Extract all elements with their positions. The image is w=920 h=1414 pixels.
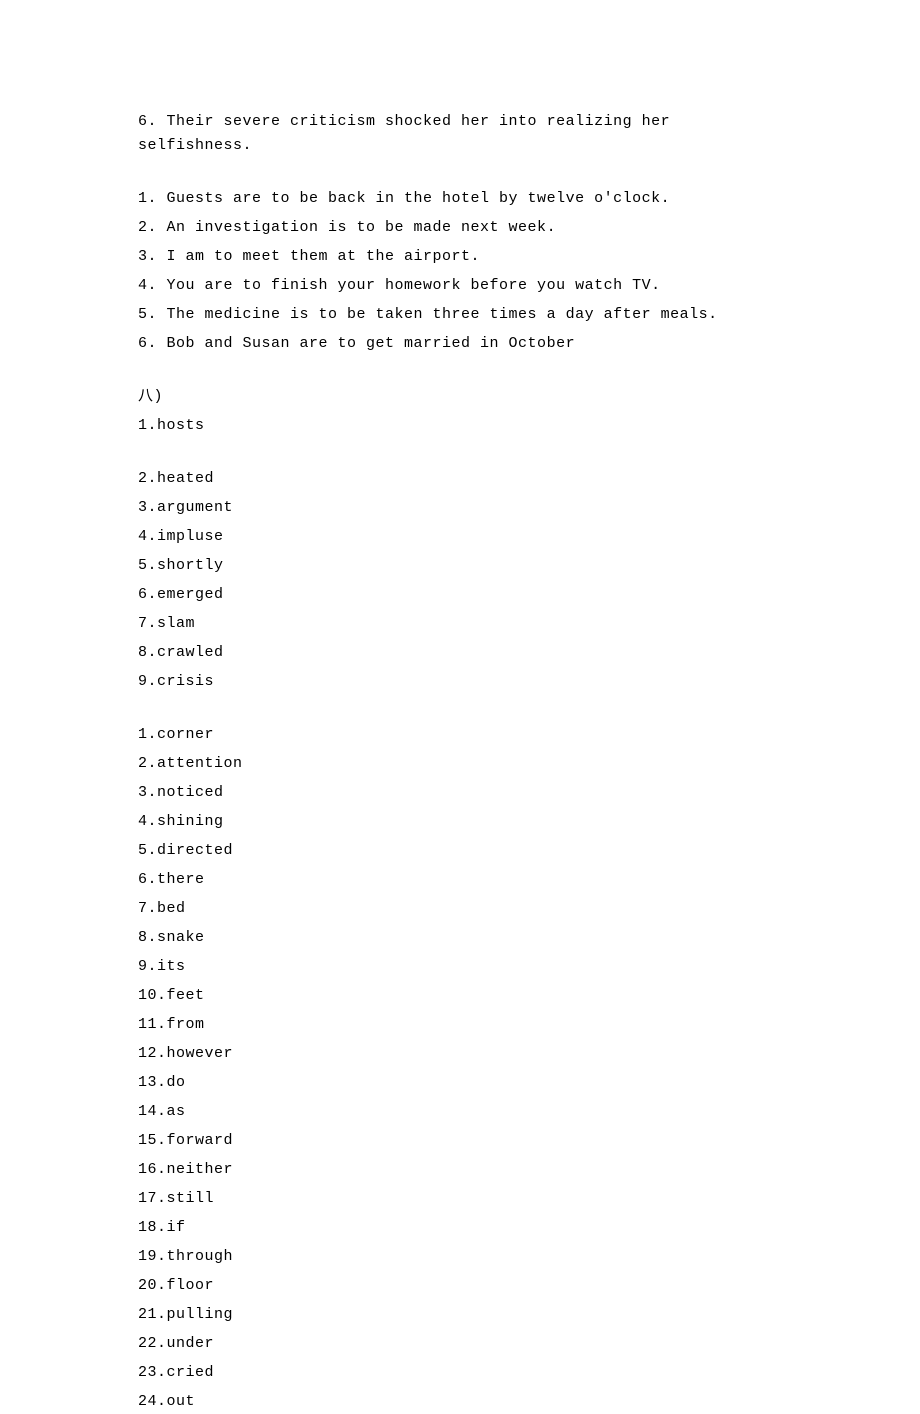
list-item: 6. Bob and Susan are to get married in O… — [138, 332, 782, 356]
list-item: 3.noticed — [138, 781, 782, 805]
list-item: 3. I am to meet them at the airport. — [138, 245, 782, 269]
block5: 1.corner 2.attention 3.noticed 4.shining… — [138, 723, 782, 1414]
list-item: 23.cried — [138, 1361, 782, 1385]
block4: 2.heated 3.argument 4.impluse 5.shortly … — [138, 467, 782, 694]
list-item: 10.feet — [138, 984, 782, 1008]
block1: 6. Their severe criticism shocked her in… — [138, 110, 782, 158]
list-item: 2.attention — [138, 752, 782, 776]
list-item: 12.however — [138, 1042, 782, 1066]
list-item: 9.crisis — [138, 670, 782, 694]
list-item: 5.directed — [138, 839, 782, 863]
list-item: 1.hosts — [138, 414, 782, 438]
list-item: 19.through — [138, 1245, 782, 1269]
list-item: 5. The medicine is to be taken three tim… — [138, 303, 782, 327]
block2: 1. Guests are to be back in the hotel by… — [138, 187, 782, 356]
block3: 1.hosts — [138, 414, 782, 438]
list-item: 13.do — [138, 1071, 782, 1095]
list-item: 24.out — [138, 1390, 782, 1414]
list-item: 1.corner — [138, 723, 782, 747]
list-item: 5.shortly — [138, 554, 782, 578]
list-item: 22.under — [138, 1332, 782, 1356]
list-item: 8.crawled — [138, 641, 782, 665]
list-item: 3.argument — [138, 496, 782, 520]
section-header: 八) — [138, 385, 782, 409]
list-item: 2. An investigation is to be made next w… — [138, 216, 782, 240]
list-item: 7.bed — [138, 897, 782, 921]
list-item: 1. Guests are to be back in the hotel by… — [138, 187, 782, 211]
list-item: 21.pulling — [138, 1303, 782, 1327]
list-item: 4.shining — [138, 810, 782, 834]
spacer — [138, 361, 782, 385]
list-item: 16.neither — [138, 1158, 782, 1182]
list-item: 7.slam — [138, 612, 782, 636]
list-item: 8.snake — [138, 926, 782, 950]
list-item: 6.emerged — [138, 583, 782, 607]
list-item: 4.impluse — [138, 525, 782, 549]
list-item: 6. Their severe criticism shocked her in… — [138, 110, 782, 158]
spacer — [138, 163, 782, 187]
list-item: 2.heated — [138, 467, 782, 491]
list-item: 4. You are to finish your homework befor… — [138, 274, 782, 298]
list-item: 20.floor — [138, 1274, 782, 1298]
list-item: 14.as — [138, 1100, 782, 1124]
list-item: 11.from — [138, 1013, 782, 1037]
list-item: 9.its — [138, 955, 782, 979]
spacer — [138, 443, 782, 467]
list-item: 15.forward — [138, 1129, 782, 1153]
spacer — [138, 699, 782, 723]
list-item: 6.there — [138, 868, 782, 892]
list-item: 18.if — [138, 1216, 782, 1240]
list-item: 17.still — [138, 1187, 782, 1211]
